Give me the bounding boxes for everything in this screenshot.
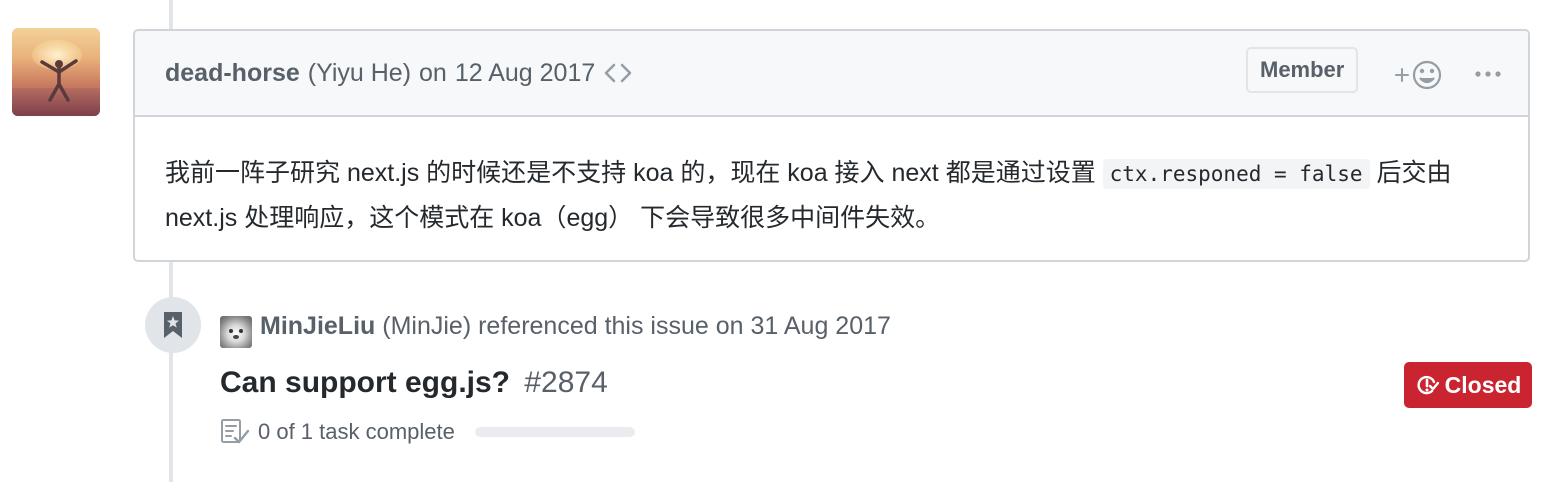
kebab-icon <box>1475 71 1501 77</box>
reference-author-link[interactable]: MinJieLiu <box>260 312 375 340</box>
add-reaction-icon <box>1395 60 1442 90</box>
add-reaction-button[interactable] <box>1393 57 1443 93</box>
referenced-issue-title[interactable]: Can support egg.js? <box>220 366 510 399</box>
checklist-icon <box>221 419 250 444</box>
reference-author-fullname: (MinJie) <box>382 312 472 340</box>
comment-more-button[interactable] <box>1473 59 1503 94</box>
inline-code: ctx.responed = false <box>1102 159 1370 189</box>
comment-body-text-1: 我前一阵子研究 next.js 的时候还是不支持 koa 的，现在 koa 接入… <box>165 159 1103 187</box>
referenced-issue-link[interactable]: Can support egg.js? #2874 <box>220 366 608 400</box>
reference-line: MinJieLiu (MinJie) referenced this issue… <box>260 312 891 341</box>
comment-header: dead-horse (Yiyu He) on 12 Aug 2017 Memb… <box>135 31 1528 117</box>
issue-closed-icon <box>1417 375 1439 395</box>
task-progress-bar <box>474 427 635 437</box>
comment-author-link[interactable]: dead-horse <box>165 59 300 88</box>
bookmark-icon <box>164 312 182 338</box>
task-summary: 0 of 1 task complete <box>258 419 455 444</box>
comment-date-link[interactable]: 12 Aug 2017 <box>455 59 595 88</box>
task-progress-row: 0 of 1 task complete <box>220 418 635 446</box>
reference-author-avatar[interactable] <box>220 316 252 348</box>
reference-action-text: referenced this issue on 31 Aug 2017 <box>478 312 891 340</box>
referenced-issue-number[interactable]: #2874 <box>524 366 607 399</box>
member-badge: Member <box>1246 47 1359 93</box>
avatar-person-figure <box>40 59 78 102</box>
status-badge: Closed <box>1404 362 1532 408</box>
comment-body: 我前一阵子研究 next.js 的时候还是不支持 koa 的，现在 koa 接入… <box>165 151 1505 240</box>
avatar[interactable] <box>12 28 100 116</box>
status-label: Closed <box>1444 371 1522 398</box>
reference-badge <box>145 297 201 353</box>
comment-box: dead-horse (Yiyu He) on 12 Aug 2017 Memb… <box>133 29 1530 262</box>
comment-author-fullname: (Yiyu He) <box>307 58 412 87</box>
comment-on-word: on <box>419 58 447 87</box>
code-brackets-icon[interactable] <box>603 61 633 85</box>
